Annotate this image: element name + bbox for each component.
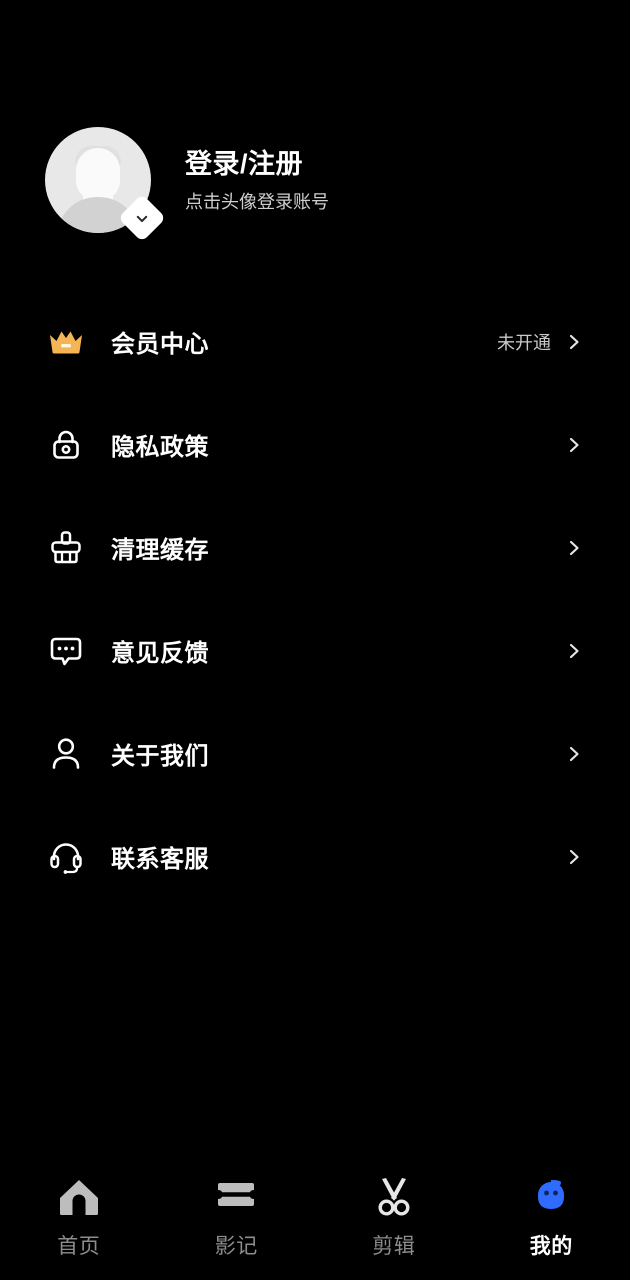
profile-text-block: 登录/注册 点击头像登录账号	[185, 147, 329, 214]
tab-label: 影记	[214, 1235, 258, 1258]
ticket-icon	[215, 1174, 257, 1220]
menu-item-label: 清理缓存	[111, 537, 209, 564]
chevron-right-icon	[563, 743, 585, 765]
chevron-right-icon	[563, 537, 585, 559]
profile-screen: 登录/注册 点击头像登录账号 会员中心 未开通 隐私政策 清理缓存 意见反馈 关…	[0, 0, 630, 1280]
lock-icon	[45, 424, 87, 466]
headset-icon	[45, 836, 87, 878]
login-register-title[interactable]: 登录/注册	[185, 147, 329, 181]
menu-item-privacy-policy[interactable]: 隐私政策	[0, 393, 630, 496]
avatar[interactable]	[45, 127, 167, 243]
menu-item-clear-cache[interactable]: 清理缓存	[0, 496, 630, 599]
broom-icon	[45, 527, 87, 569]
tab-mine[interactable]: 我的	[473, 1174, 630, 1260]
menu-item-contact-support[interactable]: 联系客服	[0, 805, 630, 908]
chevron-right-icon	[563, 331, 585, 353]
home-icon	[58, 1174, 100, 1220]
chevron-right-icon	[563, 846, 585, 868]
menu-item-member-center[interactable]: 会员中心 未开通	[0, 290, 630, 393]
tab-label: 我的	[529, 1235, 573, 1258]
chevron-right-icon	[563, 434, 585, 456]
bottom-tab-bar: 首页 影记 剪辑 我的	[0, 1162, 630, 1280]
scissors-icon	[373, 1174, 415, 1220]
tab-home[interactable]: 首页	[0, 1174, 158, 1260]
menu-item-label: 意见反馈	[111, 640, 209, 667]
tab-label: 首页	[57, 1235, 101, 1258]
settings-menu-list: 会员中心 未开通 隐私政策 清理缓存 意见反馈 关于我们 联系客服	[0, 290, 630, 908]
menu-item-about-us[interactable]: 关于我们	[0, 702, 630, 805]
face-icon	[530, 1174, 572, 1220]
tab-edit[interactable]: 剪辑	[315, 1174, 473, 1260]
tab-moments[interactable]: 影记	[158, 1174, 316, 1260]
menu-item-feedback[interactable]: 意见反馈	[0, 599, 630, 702]
person-icon	[45, 733, 87, 775]
menu-item-label: 联系客服	[111, 846, 209, 873]
tab-label: 剪辑	[372, 1235, 416, 1258]
chevron-right-icon	[563, 640, 585, 662]
menu-item-label: 关于我们	[111, 743, 209, 770]
profile-header[interactable]: 登录/注册 点击头像登录账号	[0, 120, 630, 243]
crown-icon	[45, 321, 87, 363]
chat-bubble-icon	[45, 630, 87, 672]
member-status-text: 未开通	[497, 332, 551, 353]
menu-item-label: 会员中心	[111, 331, 209, 358]
login-hint-text: 点击头像登录账号	[185, 191, 329, 212]
menu-item-label: 隐私政策	[111, 434, 209, 461]
